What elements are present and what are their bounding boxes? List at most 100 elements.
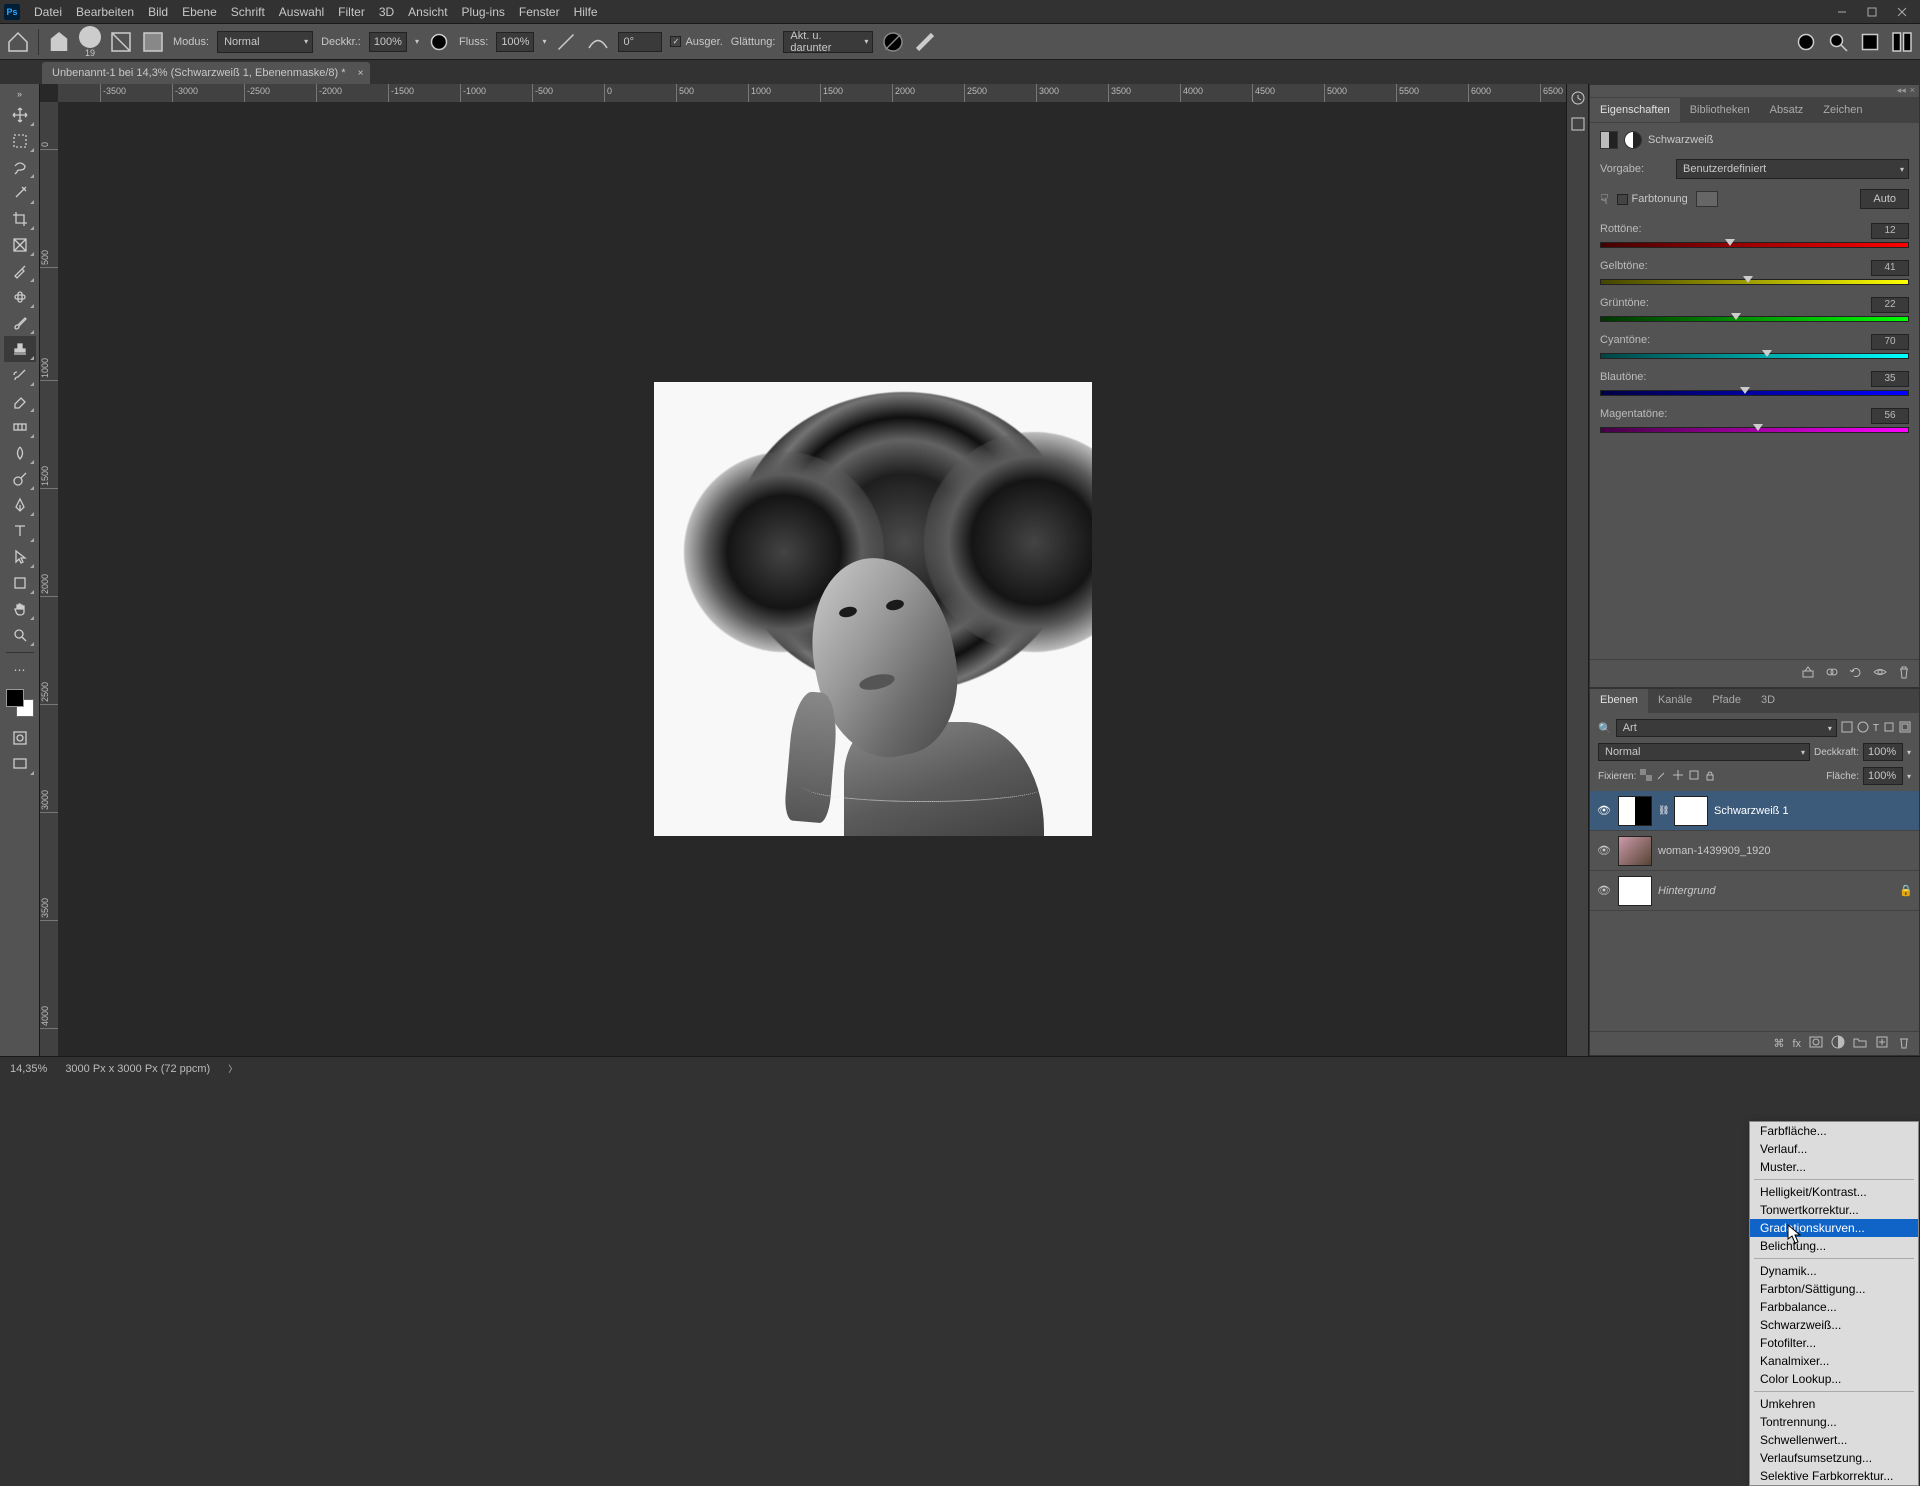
context-menu-item[interactable]: Dynamik...	[1750, 1262, 1918, 1280]
layer-fx-icon[interactable]: fx	[1792, 1038, 1801, 1050]
layers-tab[interactable]: Kanäle	[1648, 689, 1702, 713]
frame-tool[interactable]	[4, 232, 36, 258]
preset-dropdown[interactable]: Benutzerdefiniert	[1676, 159, 1909, 179]
blur-tool[interactable]	[4, 440, 36, 466]
hand-tool[interactable]	[4, 596, 36, 622]
layer-thumb[interactable]	[1618, 796, 1652, 826]
layer-row[interactable]: 👁woman-1439909_1920	[1590, 831, 1919, 871]
slider-value[interactable]: 22	[1871, 297, 1909, 313]
stamp-tool[interactable]	[4, 336, 36, 362]
close-button[interactable]	[1888, 3, 1916, 21]
type-tool[interactable]	[4, 518, 36, 544]
context-menu-item[interactable]: Gradationskurven...	[1750, 1219, 1918, 1237]
sample-dropdown[interactable]: Akt. u. darunter	[783, 31, 873, 53]
search-icon[interactable]	[1826, 30, 1850, 54]
vertical-ruler[interactable]: 050010001500200025003000350040004500	[40, 102, 58, 1056]
gradient-tool[interactable]	[4, 414, 36, 440]
menu-bild[interactable]: Bild	[148, 5, 168, 19]
close-icon[interactable]: ×	[358, 68, 364, 79]
quickmask-icon[interactable]	[4, 725, 36, 751]
marquee-tool[interactable]	[4, 128, 36, 154]
menu-ebene[interactable]: Ebene	[182, 5, 217, 19]
brush-tool[interactable]	[4, 310, 36, 336]
menu-filter[interactable]: Filter	[338, 5, 365, 19]
visibility-toggle[interactable]: 👁	[1596, 884, 1612, 897]
clip-icon[interactable]	[1801, 665, 1815, 682]
layer-name[interactable]: Hintergrund	[1658, 885, 1893, 897]
slider-handle[interactable]	[1762, 350, 1772, 362]
slider-value[interactable]: 35	[1871, 371, 1909, 387]
slider-handle[interactable]	[1740, 387, 1750, 399]
link-icon[interactable]: ⛓	[1658, 805, 1668, 816]
slider-track[interactable]	[1600, 242, 1909, 248]
document-viewport[interactable]	[58, 102, 1566, 1056]
healing-tool[interactable]	[4, 284, 36, 310]
slider-handle[interactable]	[1731, 313, 1741, 325]
lock-position-icon[interactable]	[1672, 769, 1684, 784]
aligned-checkbox[interactable]: ✓Ausger.	[670, 36, 722, 48]
horizontal-ruler[interactable]: -4000-3500-3000-2500-2000-1500-1000-5000…	[58, 84, 1566, 102]
doc-info-arrow[interactable]: 〉	[228, 1062, 237, 1075]
menu-fenster[interactable]: Fenster	[519, 5, 560, 19]
new-group-icon[interactable]	[1853, 1035, 1867, 1052]
filter-pixel-icon[interactable]	[1841, 721, 1853, 736]
slider-handle[interactable]	[1725, 239, 1735, 251]
context-menu-item[interactable]: Verlaufsumsetzung...	[1750, 1449, 1918, 1467]
context-menu-item[interactable]: Belichtung...	[1750, 1237, 1918, 1255]
properties-tab[interactable]: Absatz	[1760, 98, 1814, 122]
color-swatches[interactable]	[6, 689, 34, 717]
color-panel-icon[interactable]	[1570, 116, 1586, 132]
context-menu-item[interactable]: Farbfläche...	[1750, 1122, 1918, 1140]
add-mask-icon[interactable]	[1809, 1035, 1823, 1052]
layer-filter-dropdown[interactable]: Art	[1616, 719, 1837, 737]
lock-paint-icon[interactable]	[1656, 769, 1668, 784]
visibility-toggle[interactable]: 👁	[1596, 804, 1612, 817]
context-menu-item[interactable]: Helligkeit/Kontrast...	[1750, 1183, 1918, 1201]
dodge-tool[interactable]	[4, 466, 36, 492]
slider-value[interactable]: 12	[1871, 223, 1909, 239]
history-panel-icon[interactable]	[1570, 90, 1586, 106]
context-menu-item[interactable]: Muster...	[1750, 1158, 1918, 1176]
home-icon[interactable]	[6, 30, 30, 54]
slider-track[interactable]	[1600, 427, 1909, 433]
menu-datei[interactable]: Datei	[34, 5, 62, 19]
menu-bearbeiten[interactable]: Bearbeiten	[76, 5, 134, 19]
lock-all-icon[interactable]	[1704, 769, 1716, 784]
menu-3d[interactable]: 3D	[379, 5, 394, 19]
path-select-tool[interactable]	[4, 544, 36, 570]
lasso-tool[interactable]	[4, 154, 36, 180]
layer-row[interactable]: 👁⛓Schwarzweiß 1	[1590, 791, 1919, 831]
context-menu-item[interactable]: Tontrennung...	[1750, 1413, 1918, 1431]
layer-opacity-input[interactable]: 100%	[1863, 743, 1903, 761]
slider-handle[interactable]	[1743, 276, 1753, 288]
pressure-size-icon[interactable]	[913, 30, 937, 54]
pen-tool[interactable]	[4, 492, 36, 518]
menu-auswahl[interactable]: Auswahl	[279, 5, 324, 19]
slider-handle[interactable]	[1753, 424, 1763, 436]
share-icon[interactable]	[1858, 30, 1882, 54]
slider-track[interactable]	[1600, 390, 1909, 396]
new-layer-icon[interactable]	[1875, 1035, 1889, 1052]
context-menu-item[interactable]: Umkehren	[1750, 1395, 1918, 1413]
maximize-button[interactable]	[1858, 3, 1886, 21]
layer-row[interactable]: 👁Hintergrund🔒	[1590, 871, 1919, 911]
zoom-tool[interactable]	[4, 622, 36, 648]
doc-info[interactable]: 3000 Px x 3000 Px (72 ppcm)	[65, 1063, 210, 1075]
brush-settings-icon[interactable]	[109, 30, 133, 54]
eraser-tool[interactable]	[4, 388, 36, 414]
brush-panel-icon[interactable]	[141, 30, 165, 54]
slider-value[interactable]: 56	[1871, 408, 1909, 424]
slider-track[interactable]	[1600, 353, 1909, 359]
hand-sampler-icon[interactable]: ☟	[1600, 191, 1609, 208]
minimize-button[interactable]	[1828, 3, 1856, 21]
context-menu-item[interactable]: Tonwertkorrektur...	[1750, 1201, 1918, 1219]
menu-ansicht[interactable]: Ansicht	[408, 5, 447, 19]
context-menu-item[interactable]: Schwellenwert...	[1750, 1431, 1918, 1449]
move-tool[interactable]	[4, 102, 36, 128]
blend-mode-dropdown[interactable]: Normal	[217, 31, 313, 53]
properties-tab[interactable]: Bibliotheken	[1680, 98, 1760, 122]
context-menu-item[interactable]: Kanalmixer...	[1750, 1352, 1918, 1370]
filter-type-icon[interactable]: T	[1873, 723, 1879, 734]
context-menu-item[interactable]: Fotofilter...	[1750, 1334, 1918, 1352]
new-adjustment-icon[interactable]	[1831, 1035, 1845, 1052]
